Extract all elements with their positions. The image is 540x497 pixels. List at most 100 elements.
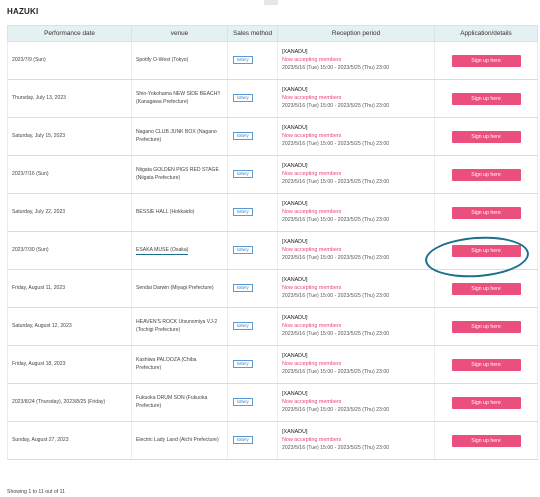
reception-period-cell: [XANADU] Now accepting members 2023/5/16 (…: [277, 307, 435, 346]
reception-period-cell: [XANADU] Now accepting members 2023/5/16 (…: [277, 383, 435, 422]
sign-up-button[interactable]: Sign up here: [451, 54, 521, 67]
application-cell: Sign up here: [434, 345, 538, 384]
venue-cell: Niigata GOLDEN PIGS RED STAGE (Niigata P…: [131, 155, 228, 194]
lottery-badge: lottery: [233, 56, 253, 65]
performance-date-cell: Thursday, July 13, 2023: [7, 79, 132, 118]
reception-period-text: 2023/5/16 (Tue) 15:00 - 2023/5/25 (Thu) …: [282, 140, 390, 147]
reception-status: Now accepting members: [282, 436, 342, 443]
reception-title: [XANADU]: [282, 200, 308, 207]
lottery-badge: lottery: [233, 360, 253, 369]
venue-name: BESSIE HALL (Hokkaido): [136, 208, 195, 215]
reception-period-text: 2023/5/16 (Tue) 15:00 - 2023/5/25 (Thu) …: [282, 254, 390, 261]
performance-date-cell: Friday, August 18, 2023: [7, 345, 132, 384]
reception-period-cell: [XANADU] Now accepting members 2023/5/16 (…: [277, 421, 435, 460]
performance-date-cell: 2023/8/24 (Thursday), 2023/8/25 (Friday): [7, 383, 132, 422]
page-title: HAZUKI: [7, 7, 39, 16]
performance-date-cell: Sunday, August 27, 2023: [7, 421, 132, 460]
venue-name: HEAVEN'S ROCK Utsunomiya VJ-2 (Tochigi P…: [136, 319, 218, 333]
reception-period-text: 2023/5/16 (Tue) 15:00 - 2023/5/25 (Thu) …: [282, 64, 390, 71]
sign-up-button[interactable]: Sign up here: [451, 130, 521, 143]
reception-title: [XANADU]: [282, 48, 308, 55]
sales-method-cell: lottery: [227, 117, 278, 156]
application-cell: Sign up here: [434, 383, 538, 422]
sign-up-button[interactable]: Sign up here: [451, 396, 521, 409]
lottery-badge: lottery: [233, 322, 253, 331]
reception-status: Now accepting members: [282, 170, 342, 177]
table-row: 2023/7/16 (Sun) Niigata GOLDEN PIGS RED S…: [7, 155, 538, 194]
lottery-badge: lottery: [233, 132, 253, 141]
sign-up-button[interactable]: Sign up here: [451, 92, 521, 105]
reception-status: Now accepting members: [282, 208, 342, 215]
venue-cell: HEAVEN'S ROCK Utsunomiya VJ-2 (Tochigi P…: [131, 307, 228, 346]
sales-method-cell: lottery: [227, 345, 278, 384]
table-row: 2023/7/30 (Sun) ESAKA MUSE (Osaka) lottery…: [7, 231, 538, 270]
sign-up-button[interactable]: Sign up here: [451, 206, 521, 219]
column-header-venue: venue: [131, 25, 228, 42]
reception-status: Now accepting members: [282, 398, 342, 405]
sign-up-button[interactable]: Sign up here: [451, 434, 521, 447]
reception-title: [XANADU]: [282, 390, 308, 397]
column-header-application: Application/details: [434, 25, 538, 42]
performance-table: Performance date venue Sales method Rece…: [7, 25, 538, 460]
reception-period-text: 2023/5/16 (Tue) 15:00 - 2023/5/25 (Thu) …: [282, 330, 390, 337]
table-row: 2023/7/9 (Sun) Spotify O-West (Tokyo) lott…: [7, 41, 538, 80]
sales-method-cell: lottery: [227, 269, 278, 308]
application-cell: Sign up here: [434, 269, 538, 308]
venue-name: Nagano CLUB JUNK BOX (Nagano Prefecture): [136, 129, 217, 143]
sign-up-button[interactable]: Sign up here: [451, 282, 521, 295]
lottery-badge: lottery: [233, 284, 253, 293]
reception-period-cell: [XANADU] Now accepting members 2023/5/16 (…: [277, 155, 435, 194]
venue-cell: Fukuoka DRUM SON (Fukuoka Prefecture): [131, 383, 228, 422]
table-row: 2023/8/24 (Thursday), 2023/8/25 (Friday)…: [7, 383, 538, 422]
sales-method-cell: lottery: [227, 41, 278, 80]
table-row: Saturday, August 12, 2023 HEAVEN'S ROCK U…: [7, 307, 538, 346]
lottery-badge: lottery: [233, 246, 253, 255]
venue-cell: Nagano CLUB JUNK BOX (Nagano Prefecture): [131, 117, 228, 156]
lottery-badge: lottery: [233, 208, 253, 217]
performance-date-cell: Saturday, July 15, 2023: [7, 117, 132, 156]
venue-name: Sendai Darwin (Miyagi Prefecture): [136, 284, 214, 291]
venue-cell: Sendai Darwin (Miyagi Prefecture): [131, 269, 228, 308]
table-header-row: Performance date venue Sales method Rece…: [7, 25, 538, 42]
reception-period-text: 2023/5/16 (Tue) 15:00 - 2023/5/25 (Thu) …: [282, 368, 390, 375]
sign-up-button[interactable]: Sign up here: [451, 244, 521, 257]
reception-period-text: 2023/5/16 (Tue) 15:00 - 2023/5/25 (Thu) …: [282, 444, 390, 451]
application-cell: Sign up here: [434, 155, 538, 194]
table-row: Friday, August 18, 2023 Kashiwa PALOOZA (…: [7, 345, 538, 384]
venue-name: Niigata GOLDEN PIGS RED STAGE (Niigata P…: [136, 167, 219, 181]
application-cell: Sign up here: [434, 231, 538, 270]
sign-up-button[interactable]: Sign up here: [451, 320, 521, 333]
pagination-info: Showing 1 to 11 out of 11: [7, 489, 66, 495]
venue-name: Spotify O-West (Tokyo): [136, 56, 189, 63]
venue-cell: Electric Lady Land (Aichi Prefecture): [131, 421, 228, 460]
venue-name: Fukuoka DRUM SON (Fukuoka Prefecture): [136, 395, 208, 409]
reception-status: Now accepting members: [282, 246, 342, 253]
venue-name: ESAKA MUSE (Osaka): [136, 246, 189, 255]
reception-period-text: 2023/5/16 (Tue) 15:00 - 2023/5/25 (Thu) …: [282, 216, 390, 223]
sales-method-cell: lottery: [227, 193, 278, 232]
column-header-reception-period: Reception period: [277, 25, 435, 42]
venue-name: Kashiwa PALOOZA (Chiba Prefecture): [136, 357, 197, 371]
sign-up-button[interactable]: Sign up here: [451, 358, 521, 371]
reception-title: [XANADU]: [282, 162, 308, 169]
reception-period-text: 2023/5/16 (Tue) 15:00 - 2023/5/25 (Thu) …: [282, 178, 390, 185]
sales-method-cell: lottery: [227, 383, 278, 422]
reception-title: [XANADU]: [282, 428, 308, 435]
reception-period-cell: [XANADU] Now accepting members 2023/5/16 (…: [277, 41, 435, 80]
reception-status: Now accepting members: [282, 56, 342, 63]
reception-period-cell: [XANADU] Now accepting members 2023/5/16 (…: [277, 269, 435, 308]
reception-title: [XANADU]: [282, 352, 308, 359]
venue-cell: Shin-Yokohama NEW SIDE BEACH!! (Kanagawa…: [131, 79, 228, 118]
reception-status: Now accepting members: [282, 284, 342, 291]
application-cell: Sign up here: [434, 117, 538, 156]
reception-status: Now accepting members: [282, 360, 342, 367]
sales-method-cell: lottery: [227, 307, 278, 346]
performance-date-cell: 2023/7/9 (Sun): [7, 41, 132, 80]
sign-up-button[interactable]: Sign up here: [451, 168, 521, 181]
reception-period-cell: [XANADU] Now accepting members 2023/5/16 (…: [277, 345, 435, 384]
application-cell: Sign up here: [434, 79, 538, 118]
lottery-badge: lottery: [233, 170, 253, 179]
performance-date-cell: Saturday, August 12, 2023: [7, 307, 132, 346]
reception-period-text: 2023/5/16 (Tue) 15:00 - 2023/5/25 (Thu) …: [282, 406, 390, 413]
reception-status: Now accepting members: [282, 322, 342, 329]
